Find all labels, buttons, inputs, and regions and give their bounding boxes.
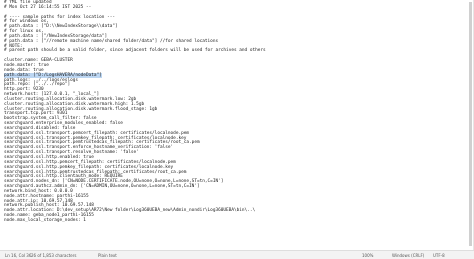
- cursor-position[interactable]: Ln 16, Col 36: [5, 253, 31, 258]
- character-count: 26 of 1,853 characters: [31, 253, 77, 258]
- line-ending[interactable]: Windows (CRLF): [392, 253, 424, 258]
- vertical-scrollbar[interactable]: [469, 2, 472, 246]
- text-editor[interactable]: # YML file updated # Mon Oct 27 16:14:55 …: [0, 0, 474, 250]
- editor-line-text: # parent path should be a valid folder, …: [4, 48, 266, 54]
- scrollbar-thumb[interactable]: [469, 2, 472, 246]
- text-content[interactable]: # YML file updated # Mon Oct 27 16:14:55 …: [0, 0, 467, 250]
- editor-line-text: node.max_local_storage_nodes: 1: [4, 217, 86, 223]
- zoom-level[interactable]: 100%: [362, 253, 373, 258]
- editor-line[interactable]: node.max_local_storage_nodes: 1: [4, 217, 467, 224]
- encoding[interactable]: UTF-8: [433, 253, 445, 258]
- status-bar: Ln 16, Col 36 26 of 1,853 characters Pla…: [0, 250, 474, 259]
- file-format[interactable]: Plain text: [98, 253, 117, 258]
- editor-line-text: # Mon Oct 27 16:14:55 IST 2025 --: [4, 4, 92, 10]
- editor-line-text: # path.data : ["//remote machine name/sh…: [4, 38, 219, 44]
